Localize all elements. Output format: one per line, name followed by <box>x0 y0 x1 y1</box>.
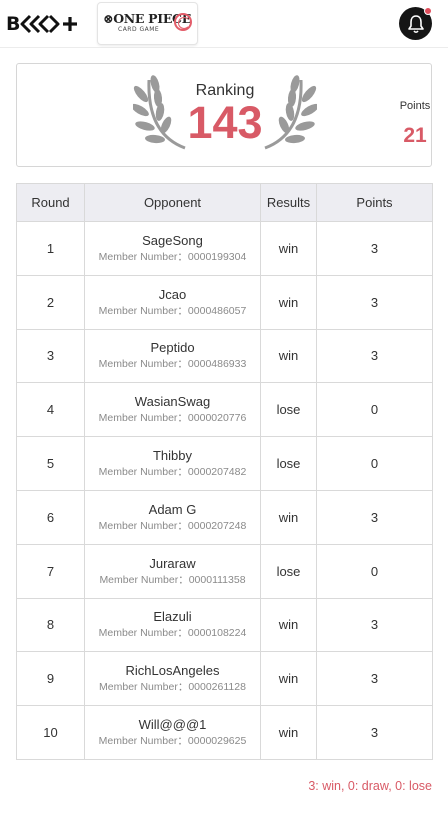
ranking-value: 143 <box>187 97 263 148</box>
table-row: 3 Peptido Member Number：0000486933 win 3 <box>16 328 433 384</box>
column-header-opponent: Opponent <box>84 183 261 222</box>
result-cell: lose <box>260 382 317 438</box>
opponent-cell: Elazuli Member Number：0000108224 <box>84 597 261 653</box>
opponent-name: Jcao <box>158 286 187 302</box>
member-number: Member Number：0000486057 <box>98 304 247 317</box>
top-bar: B ⊗ONE PIECE CARD GAME <box>0 0 448 48</box>
opponent-cell: Peptido Member Number：0000486933 <box>84 328 261 384</box>
points-cell: 3 <box>316 597 433 653</box>
opponent-name: Peptido <box>150 340 195 356</box>
bandai-logo-letter: B <box>6 13 21 35</box>
round-cell: 9 <box>16 651 85 707</box>
opponent-cell: SageSong Member Number：0000199304 <box>84 221 261 276</box>
points-cell: 0 <box>316 543 433 599</box>
points-cell: 3 <box>316 328 433 384</box>
member-number: Member Number：0000207482 <box>98 466 247 479</box>
result-cell: win <box>260 221 317 276</box>
round-cell: 5 <box>16 436 85 491</box>
points-label: Points <box>399 100 431 112</box>
table-row: 4 WasianSwag Member Number：0000020776 los… <box>16 382 433 438</box>
member-number: Member Number：0000261128 <box>99 681 246 694</box>
points-cell: 3 <box>316 274 433 330</box>
member-number: Member Number：0000020776 <box>98 412 247 425</box>
column-header-results: Results <box>260 183 317 222</box>
round-cell: 4 <box>16 382 85 438</box>
opponent-name: RichLosAngeles <box>125 663 220 679</box>
result-cell: lose <box>260 543 317 599</box>
points-cell: 3 <box>316 705 433 760</box>
table-row: 8 Elazuli Member Number：0000108224 win 3 <box>16 597 433 653</box>
opponent-name: Thibby <box>152 448 193 464</box>
member-number: Member Number：0000207248 <box>98 519 247 532</box>
opponent-cell: Adam G Member Number：0000207248 <box>84 489 261 545</box>
round-cell: 8 <box>16 597 85 653</box>
result-cell: win <box>260 274 317 330</box>
result-cell: win <box>260 597 317 653</box>
member-number: Member Number：0000029625 <box>98 735 247 748</box>
opponent-name: Adam G <box>148 501 197 517</box>
opponent-cell: RichLosAngeles Member Number：0000261128 <box>84 651 261 707</box>
member-number: Member Number：0000486933 <box>98 358 247 371</box>
opponent-name: Juraraw <box>149 555 196 571</box>
opponent-cell: Thibby Member Number：0000207482 <box>84 436 261 491</box>
member-number: Member Number：0000111358 <box>99 573 246 586</box>
points-legend: 3: win, 0: draw, 0: lose <box>308 779 432 793</box>
points-cell: 0 <box>316 436 433 491</box>
round-cell: 6 <box>16 489 85 545</box>
member-number: Member Number：0000108224 <box>98 627 247 640</box>
opponent-name: Elazuli <box>153 609 192 625</box>
round-cell: 3 <box>16 328 85 384</box>
table-row: 6 Adam G Member Number：0000207248 win 3 <box>16 489 433 545</box>
result-cell: win <box>260 705 317 760</box>
one-piece-card-game-logo[interactable]: ⊗ONE PIECE CARD GAME <box>97 2 198 45</box>
table-row: 9 RichLosAngeles Member Number：0000261128… <box>16 651 433 707</box>
table-row: 5 Thibby Member Number：0000207482 lose 0 <box>16 436 433 491</box>
round-cell: 1 <box>16 221 85 276</box>
opponent-cell: WasianSwag Member Number：0000020776 <box>84 382 261 438</box>
result-cell: win <box>260 651 317 707</box>
table-row: 10 Will@@@1 Member Number：0000029625 win … <box>16 705 433 760</box>
round-cell: 2 <box>16 274 85 330</box>
opponent-cell: Jcao Member Number：0000486057 <box>84 274 261 330</box>
points-cell: 0 <box>316 382 433 438</box>
ranking-card: Ranking 143 Points 21 <box>16 63 432 167</box>
wheel-emblem-icon <box>174 13 192 31</box>
opponent-name: WasianSwag <box>134 394 211 410</box>
column-header-points: Points <box>316 183 433 222</box>
points-cell: 3 <box>316 221 433 276</box>
points-cell: 3 <box>316 651 433 707</box>
bandai-logo[interactable]: B <box>6 12 81 36</box>
opponent-cell: Will@@@1 Member Number：0000029625 <box>84 705 261 760</box>
member-number: Member Number：0000199304 <box>98 250 247 263</box>
result-cell: win <box>260 489 317 545</box>
results-table: Round Opponent Results Points 1 SageSong… <box>16 183 433 760</box>
table-header-row: Round Opponent Results Points <box>16 183 433 222</box>
round-cell: 7 <box>16 543 85 599</box>
one-piece-logo-subtitle: CARD GAME <box>118 26 160 33</box>
notification-badge <box>424 7 432 15</box>
table-row: 2 Jcao Member Number：0000486057 win 3 <box>16 274 433 330</box>
opponent-name: Will@@@1 <box>138 717 207 733</box>
bandai-logo-mark <box>20 14 78 34</box>
opponent-name: SageSong <box>142 232 203 248</box>
bell-icon <box>407 14 424 33</box>
result-cell: lose <box>260 436 317 491</box>
points-cell: 3 <box>316 489 433 545</box>
opponent-cell: Juraraw Member Number：0000111358 <box>84 543 261 599</box>
table-row: 1 SageSong Member Number：0000199304 win 3 <box>16 221 433 276</box>
points-value: 21 <box>403 124 427 147</box>
table-row: 7 Juraraw Member Number：0000111358 lose 0 <box>16 543 433 599</box>
column-header-round: Round <box>16 183 85 222</box>
round-cell: 10 <box>16 705 85 760</box>
result-cell: win <box>260 328 317 384</box>
